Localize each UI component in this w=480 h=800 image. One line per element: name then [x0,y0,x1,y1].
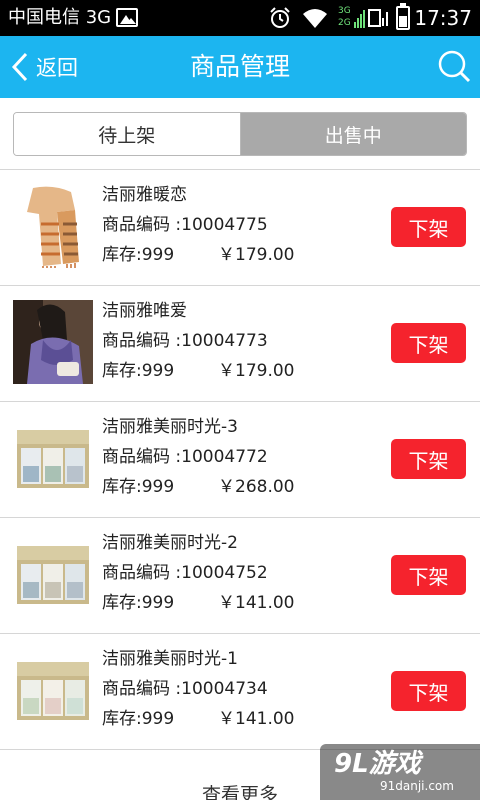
product-code-row: 商品编码 :10004775 [102,214,268,236]
product-stock: 999 [141,593,175,613]
product-stock-label: 库存: [102,361,142,381]
product-thumbnail [13,648,93,732]
delist-button[interactable]: 下架 [391,207,466,247]
product-stock-label: 库存: [102,709,142,729]
watermark-url: 91danji.com [380,779,454,793]
carrier-label: 中国电信 3G [8,7,112,28]
product-thumbnail [13,532,93,616]
product-stock: 999 [141,709,175,729]
delist-button[interactable]: 下架 [391,323,466,363]
product-stock-row: 库存:999 [102,244,174,266]
product-price: ￥179.00 [218,245,295,265]
product-code-row: 商品编码 :10004752 [102,562,268,584]
back-button[interactable]: 返回 [6,36,106,98]
delist-button[interactable]: 下架 [391,671,466,711]
woman-image [13,300,93,384]
watermark-logo: 9L游戏 [334,749,421,779]
product-stock: 999 [141,245,175,265]
battery-icon [396,3,410,30]
product-code-label: 商品编码 : [102,447,182,467]
status-time: 17:37 [414,6,472,30]
product-code-row: 商品编码 :10004734 [102,678,268,700]
battery-fill [399,16,407,27]
product-stock: 999 [141,477,175,497]
gift-box-image [13,532,93,616]
product-thumbnail [13,300,93,384]
product-item[interactable]: 洁丽雅美丽时光-3 商品编码 :10004772 库存:999 ￥268.00 … [0,402,480,518]
product-stock-row: 库存:999 [102,476,174,498]
product-price: ￥141.00 [218,709,295,729]
delist-button[interactable]: 下架 [391,555,466,595]
product-stock-label: 库存: [102,477,142,497]
product-code-label: 商品编码 : [102,563,182,583]
delist-button[interactable]: 下架 [391,439,466,479]
product-code-label: 商品编码 : [102,331,182,351]
nav-bar: 返回 商品管理 [0,36,480,98]
sim-signal-icon [368,9,388,27]
product-code-row: 商品编码 :10004772 [102,446,268,468]
product-name: 洁丽雅美丽时光-1 [102,649,238,669]
product-stock: 999 [141,361,175,381]
alarm-icon [270,7,290,28]
product-item[interactable]: 洁丽雅暖恋 商品编码 :10004775 库存:999 ￥179.00 下架 [0,170,480,286]
product-price: ￥268.00 [218,477,295,497]
product-item[interactable]: 洁丽雅美丽时光-2 商品编码 :10004752 库存:999 ￥141.00 … [0,518,480,634]
product-name: 洁丽雅唯爱 [102,301,187,321]
product-stock-label: 库存: [102,245,142,265]
product-list: 洁丽雅暖恋 商品编码 :10004775 库存:999 ￥179.00 下架 洁… [0,170,480,750]
product-name: 洁丽雅美丽时光-2 [102,533,238,553]
wifi-icon [303,9,327,28]
product-code: 10004772 [181,447,268,467]
gallery-icon [116,8,138,27]
product-item[interactable]: 洁丽雅唯爱 商品编码 :10004773 库存:999 ￥179.00 下架 [0,286,480,402]
product-stock-row: 库存:999 [102,592,174,614]
status-tabs: 待上架 出售中 [13,112,467,156]
network-3g-label: 3G [338,6,351,16]
product-item[interactable]: 洁丽雅美丽时光-1 商品编码 :10004734 库存:999 ￥141.00 … [0,634,480,750]
product-thumbnail [13,416,93,500]
product-thumbnail [13,184,93,268]
gift-box-image [13,648,93,732]
gift-box-image [13,416,93,500]
product-code-label: 商品编码 : [102,215,182,235]
watermark: 9L游戏 91danji.com [320,744,480,800]
product-code-row: 商品编码 :10004773 [102,330,268,352]
scarf-image [13,184,93,268]
tab-pending[interactable]: 待上架 [14,113,241,155]
product-price: ￥179.00 [218,361,295,381]
network-icon: 3G 2G [338,4,366,32]
product-price: ￥141.00 [218,593,295,613]
product-code: 10004773 [181,331,268,351]
back-label: 返回 [36,56,78,80]
product-code: 10004775 [181,215,268,235]
tab-selling[interactable]: 出售中 [240,113,466,155]
product-stock-row: 库存:999 [102,360,174,382]
product-code: 10004734 [181,679,268,699]
search-icon[interactable] [436,48,472,84]
product-name: 洁丽雅美丽时光-3 [102,417,238,437]
product-name: 洁丽雅暖恋 [102,185,187,205]
product-code-label: 商品编码 : [102,679,182,699]
status-bar: 中国电信 3G 3G 2G 17:37 [0,0,480,36]
product-stock-label: 库存: [102,593,142,613]
product-stock-row: 库存:999 [102,708,174,730]
product-code: 10004752 [181,563,268,583]
chevron-left-icon [11,52,28,82]
network-2g-label: 2G [338,18,351,28]
